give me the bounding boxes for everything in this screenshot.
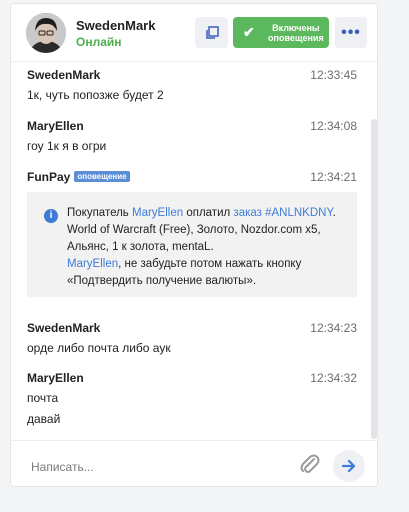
- message-time: 12:34:23: [310, 321, 357, 335]
- notifications-label: Включены оповещения: [268, 22, 324, 43]
- online-status: Онлайн: [76, 35, 122, 49]
- avatar[interactable]: [26, 13, 66, 53]
- message-text: давай: [27, 412, 61, 426]
- author-name: FunPay: [27, 170, 71, 184]
- message-author[interactable]: MaryEllen: [27, 119, 84, 133]
- scrollbar[interactable]: [371, 119, 377, 439]
- chat-header: SwedenMark Онлайн ✔ Включены оповещения …: [11, 4, 377, 62]
- message-text: гоу 1к я в огри: [27, 139, 107, 153]
- message-list[interactable]: SwedenMark 12:33:45 1к, чуть попозже буд…: [11, 61, 377, 439]
- message-author[interactable]: SwedenMark: [27, 68, 100, 82]
- buyer-link[interactable]: MaryEllen: [132, 207, 183, 219]
- send-button[interactable]: [333, 450, 365, 482]
- more-icon: •••: [341, 23, 361, 41]
- copy-icon: [205, 25, 219, 39]
- arrow-right-icon: [341, 459, 356, 473]
- message-text: 1к, чуть попозже будет 2: [27, 88, 164, 102]
- notice-text: оплатил: [183, 207, 234, 219]
- message-time: 12:34:21: [310, 170, 357, 184]
- message-text: орде либо почта либо аук: [27, 341, 171, 355]
- message-author[interactable]: MaryEllen: [27, 371, 84, 385]
- message-time: 12:34:32: [310, 371, 357, 385]
- composer: [11, 440, 377, 486]
- paperclip-icon: [300, 454, 320, 473]
- chat-panel: SwedenMark Онлайн ✔ Включены оповещения …: [10, 3, 378, 487]
- message-author[interactable]: SwedenMark: [27, 321, 100, 335]
- message-time: 12:33:45: [310, 68, 357, 82]
- notice-text: Покупатель: [67, 207, 132, 219]
- message-author: FunPay оповещение: [27, 170, 130, 184]
- message-input[interactable]: [31, 458, 281, 476]
- copy-button[interactable]: [195, 17, 228, 48]
- attach-button[interactable]: [298, 452, 320, 476]
- check-icon: ✔: [243, 24, 255, 40]
- order-link[interactable]: заказ #ANLNKDNY: [233, 207, 332, 219]
- contact-name[interactable]: SwedenMark: [76, 18, 155, 33]
- info-icon: i: [44, 209, 58, 223]
- notification-badge: оповещение: [74, 171, 130, 182]
- notifications-toggle-button[interactable]: ✔ Включены оповещения: [233, 17, 329, 48]
- buyer-link[interactable]: MaryEllen: [67, 258, 118, 270]
- message-text: почта: [27, 391, 59, 405]
- message-time: 12:34:08: [310, 119, 357, 133]
- order-notice: i Покупатель MaryEllen оплатил заказ #AN…: [27, 192, 357, 297]
- more-options-button[interactable]: •••: [335, 17, 367, 48]
